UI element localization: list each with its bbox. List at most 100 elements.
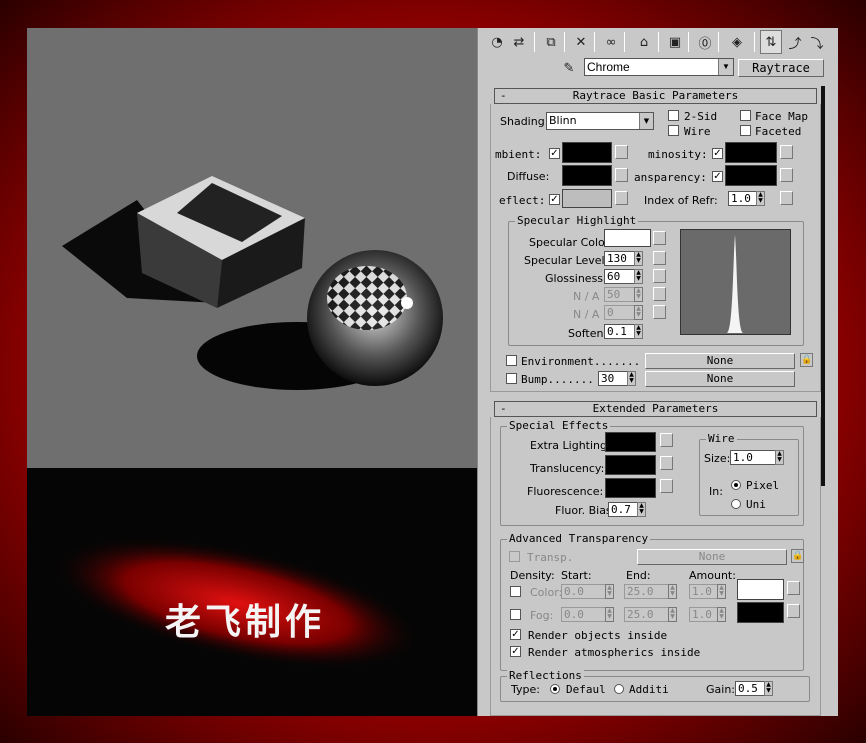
transparency-color-swatch[interactable]: [725, 165, 777, 186]
fog-color-map-button[interactable]: [787, 604, 800, 618]
wire-size-label: Size:: [704, 452, 731, 465]
environment-checkbox[interactable]: [506, 355, 517, 366]
reflect-label: eflect:: [499, 194, 546, 207]
assign-material-icon[interactable]: ⧉: [540, 30, 562, 54]
material-name-field[interactable]: Chrome ▼: [584, 58, 734, 76]
specular-color-swatch[interactable]: [604, 229, 651, 247]
index-refr-map-button[interactable]: [780, 191, 793, 205]
bump-map-button[interactable]: None: [645, 371, 795, 387]
fluorescence-swatch[interactable]: [605, 478, 656, 498]
luminosity-color-swatch[interactable]: [725, 142, 777, 163]
put-to-scene-icon[interactable]: ⇄: [508, 30, 530, 54]
reflections-additive-radio[interactable]: [614, 684, 624, 694]
wire-units-radio[interactable]: [731, 499, 741, 509]
wire-size-spinner[interactable]: ▲ ▼: [775, 450, 784, 465]
reflections-default-radio[interactable]: [550, 684, 560, 694]
wire-pixels-label: Pixel: [746, 479, 780, 492]
bump-checkbox[interactable]: [506, 373, 517, 384]
color-start-field: 0.0: [561, 584, 605, 599]
face-map-checkbox[interactable]: [740, 110, 751, 121]
reflect-color-swatch[interactable]: [562, 189, 612, 208]
go-forward-icon[interactable]: ⤴: [784, 30, 806, 54]
transparency-map-button[interactable]: [780, 168, 793, 182]
color-end-spinner: ▲ ▼: [668, 584, 677, 599]
transp-color-map-button[interactable]: [787, 581, 800, 595]
faceted-checkbox[interactable]: [740, 125, 751, 136]
extra-lighting-swatch[interactable]: [605, 432, 656, 452]
bump-amount-spinner[interactable]: ▲ ▼: [627, 371, 636, 386]
start-label: Start:: [561, 569, 592, 582]
ambient-color-swatch[interactable]: [562, 142, 612, 163]
fluor-bias-field[interactable]: 0.7: [608, 502, 637, 517]
gain-field[interactable]: 0.5: [735, 681, 764, 696]
index-refr-spinner[interactable]: ▲ ▼: [756, 191, 765, 206]
transp-color-swatch[interactable]: [737, 579, 784, 600]
render-viewport: 老飞制作: [27, 28, 477, 716]
fog-color-swatch[interactable]: [737, 602, 784, 623]
wire-size-field[interactable]: 1.0: [730, 450, 775, 465]
specular-level-spinner[interactable]: ▲ ▼: [634, 251, 643, 266]
glossiness-spinner[interactable]: ▲ ▼: [634, 269, 643, 284]
translucency-swatch[interactable]: [605, 455, 656, 475]
show-end-result-icon[interactable]: ◈: [726, 30, 748, 54]
specular-level-map-button[interactable]: [653, 251, 666, 265]
luminosity-checkbox[interactable]: ✓: [712, 148, 723, 159]
fluorescence-map-button[interactable]: [660, 479, 673, 493]
specular-level-field[interactable]: 130: [604, 251, 634, 266]
specular-level-label: Specular Level:: [524, 254, 609, 267]
make-unique-icon[interactable]: ∞: [600, 30, 622, 54]
chevron-down-icon[interactable]: ▼: [639, 113, 653, 129]
glossiness-field[interactable]: 60: [604, 269, 634, 284]
render-atmospherics-checkbox[interactable]: ✓: [510, 646, 521, 657]
lock-icon[interactable]: 🔒: [800, 353, 813, 367]
wire-checkbox[interactable]: [668, 125, 679, 136]
diffuse-map-button[interactable]: [615, 168, 628, 182]
fog-end-spinner: ▲ ▼: [668, 607, 677, 622]
environment-map-button[interactable]: None: [645, 353, 795, 369]
rollout-extended-parameters[interactable]: - Extended Parameters: [494, 401, 817, 417]
fog-start-spinner: ▲ ▼: [605, 607, 614, 622]
luminosity-map-button[interactable]: [780, 145, 793, 159]
material-type-button[interactable]: Raytrace: [738, 59, 824, 77]
reflect-checkbox[interactable]: ✓: [549, 194, 560, 205]
translucency-map-button[interactable]: [660, 456, 673, 470]
wire-pixels-radio[interactable]: [731, 480, 741, 490]
transparency-checkbox[interactable]: ✓: [712, 171, 723, 182]
pick-material-icon[interactable]: ⤵: [806, 30, 828, 54]
go-to-parent-icon[interactable]: ⇅: [760, 30, 782, 54]
index-refr-field[interactable]: 1.0: [728, 191, 756, 206]
fluor-bias-spinner[interactable]: ▲ ▼: [637, 502, 646, 517]
color-density-checkbox[interactable]: [510, 586, 521, 597]
extra-lighting-map-button[interactable]: [660, 433, 673, 447]
chevron-down-icon[interactable]: ▼: [718, 59, 733, 75]
bump-amount-field[interactable]: 30: [598, 371, 627, 386]
glossiness-map-button[interactable]: [653, 269, 666, 283]
ambient-map-button[interactable]: [615, 145, 628, 159]
color-density-label: Color:: [530, 586, 563, 599]
end-label: End:: [626, 569, 651, 582]
diffuse-color-swatch[interactable]: [562, 165, 612, 186]
diffuse-label: Diffuse:: [507, 170, 550, 183]
two-sided-checkbox[interactable]: [668, 110, 679, 121]
density-label: Density:: [510, 569, 555, 582]
specular-color-map-button[interactable]: [653, 231, 666, 245]
soften-spinner[interactable]: ▲ ▼: [634, 324, 643, 339]
soften-field[interactable]: 0.1: [604, 324, 634, 339]
fog-density-checkbox[interactable]: [510, 609, 521, 620]
render-objects-checkbox[interactable]: ✓: [510, 629, 521, 640]
reflect-map-button[interactable]: [615, 191, 628, 205]
na1-spinner: ▲ ▼: [634, 287, 643, 302]
delete-icon[interactable]: ✕: [570, 30, 592, 54]
put-to-library-icon[interactable]: ⌂: [633, 30, 655, 54]
shading-dropdown[interactable]: Blinn ▼: [546, 112, 654, 130]
panel-scrollbar[interactable]: [821, 86, 825, 486]
show-map-icon[interactable]: ⓪: [694, 30, 716, 54]
bump-label: Bump.......: [521, 373, 594, 386]
ambient-lock-checkbox[interactable]: ✓: [549, 148, 560, 159]
rollout-raytrace-basic[interactable]: - Raytrace Basic Parameters: [494, 88, 817, 104]
lock-icon[interactable]: 🔒: [791, 549, 804, 563]
gain-spinner[interactable]: ▲ ▼: [764, 681, 773, 696]
material-effects-channel-icon[interactable]: ▣: [664, 30, 686, 54]
get-material-icon[interactable]: ◔: [486, 30, 508, 54]
pick-from-object-icon[interactable]: ✎: [558, 56, 580, 80]
